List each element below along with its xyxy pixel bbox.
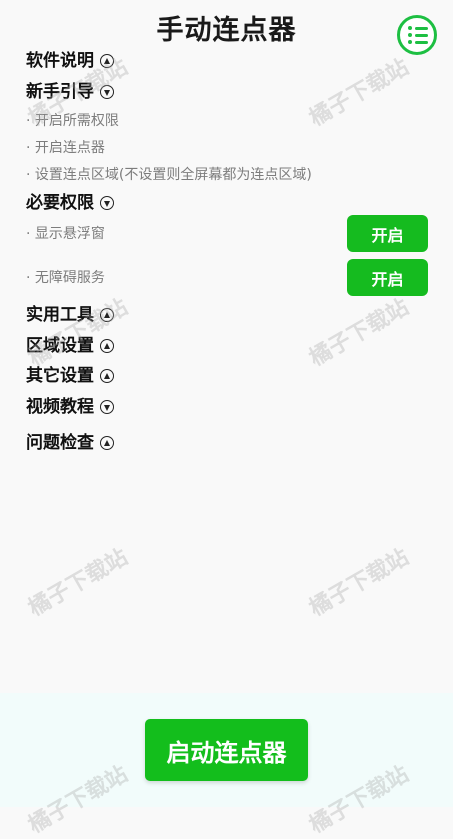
watermark: 橘子下载站 [305,544,414,622]
collapse-up-icon [100,54,114,68]
guide-item: · 设置连点区域(不设置则全屏幕都为连点区域) [26,167,312,183]
section-label: 问题检查 [26,433,94,453]
guide-item: · 开启所需权限 [26,113,119,129]
section-label: 区域设置 [26,336,94,356]
expand-down-icon [100,196,114,210]
expand-down-icon [100,85,114,99]
collapse-up-icon [100,436,114,450]
enable-overlay-button[interactable]: 开启 [347,215,428,252]
watermark: 橘子下载站 [305,54,414,132]
enable-accessibility-button[interactable]: 开启 [347,259,428,296]
expand-down-icon [100,400,114,414]
section-software-info[interactable]: 软件说明 [26,51,114,71]
watermark: 橘子下载站 [305,294,414,372]
section-region[interactable]: 区域设置 [26,336,114,356]
collapse-up-icon [100,369,114,383]
watermark: 橘子下载站 [24,544,133,622]
section-video[interactable]: 视频教程 [26,397,114,417]
section-other[interactable]: 其它设置 [26,366,114,386]
section-label: 实用工具 [26,305,94,325]
watermark: 橘子下载站 [24,294,133,372]
section-label: 软件说明 [26,51,94,71]
list-icon [408,26,412,30]
permission-overlay-label: · 显示悬浮窗 [26,226,105,242]
permission-accessibility-label: · 无障碍服务 [26,270,105,286]
section-permissions[interactable]: 必要权限 [26,193,114,213]
section-label: 必要权限 [26,193,94,213]
menu-list-button[interactable] [397,15,437,55]
section-check[interactable]: 问题检查 [26,433,114,453]
section-tools[interactable]: 实用工具 [26,305,114,325]
section-label: 视频教程 [26,397,94,417]
start-clicker-button[interactable]: 启动连点器 [145,719,308,781]
collapse-up-icon [100,308,114,322]
section-label: 其它设置 [26,366,94,386]
collapse-up-icon [100,339,114,353]
page-title: 手动连点器 [156,15,297,46]
section-beginner-guide[interactable]: 新手引导 [26,82,114,102]
guide-item: · 开启连点器 [26,140,105,156]
section-label: 新手引导 [26,82,94,102]
